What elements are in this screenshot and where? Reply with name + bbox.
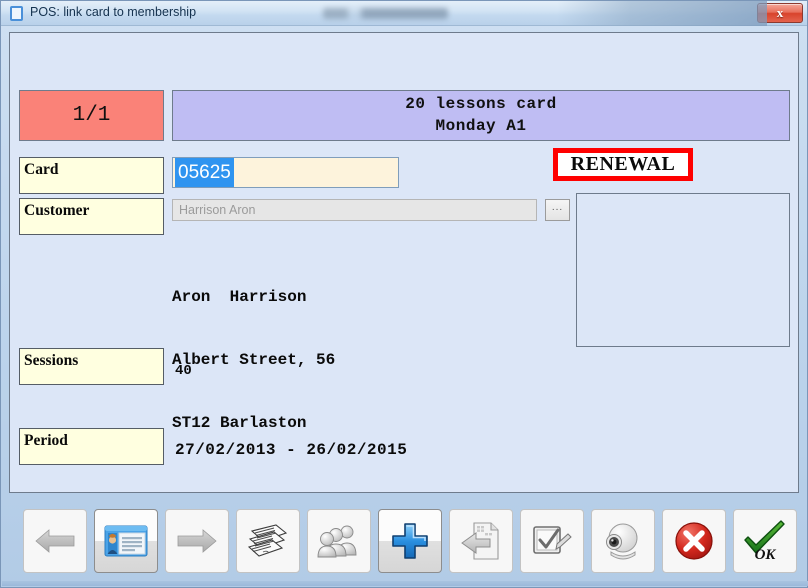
- sessions-value: 40: [175, 363, 192, 379]
- webcam-button[interactable]: [591, 509, 655, 573]
- ok-button[interactable]: OK: [733, 509, 797, 573]
- card-title-line-1: 20 lessons card: [405, 94, 557, 113]
- customer-input[interactable]: Harrison Aron: [172, 199, 537, 221]
- card-title-banner: 20 lessons card Monday A1: [172, 90, 790, 141]
- dialog-window: POS: link card to membership x 1/1 20 le…: [0, 0, 808, 588]
- documents-icon: [246, 521, 290, 561]
- address-line-1: Aron Harrison: [172, 288, 307, 306]
- record-counter: 1/1: [19, 90, 164, 141]
- close-button[interactable]: x: [757, 3, 803, 23]
- dialog-body: 1/1 20 lessons card Monday A1 Card Custo…: [9, 32, 799, 493]
- next-button[interactable]: [165, 509, 229, 573]
- card-details-button[interactable]: [94, 509, 158, 573]
- previous-button[interactable]: [23, 509, 87, 573]
- card-title-line-2: Monday A1: [435, 116, 527, 135]
- card-input-value: 05625: [175, 158, 234, 187]
- window-title: POS: link card to membership: [30, 5, 197, 19]
- id-card-icon: [104, 523, 148, 559]
- members-button[interactable]: [307, 509, 371, 573]
- card-input[interactable]: 05625: [172, 157, 399, 188]
- cancel-button[interactable]: [662, 509, 726, 573]
- blurred-title-region: [323, 8, 448, 19]
- status-badge: RENEWAL: [553, 148, 693, 181]
- address-line-2: Albert Street, 56: [172, 351, 336, 369]
- customer-browse-button[interactable]: ...: [545, 199, 570, 221]
- red-x-circle-icon: [673, 520, 715, 562]
- arrow-left-icon: [34, 526, 76, 556]
- card-label: Card: [19, 157, 164, 194]
- export-button[interactable]: [449, 509, 513, 573]
- bottom-toolbar: OK: [9, 501, 799, 581]
- export-document-icon: [460, 521, 502, 561]
- people-group-icon: [317, 522, 361, 560]
- approve-button[interactable]: [520, 509, 584, 573]
- documents-button[interactable]: [236, 509, 300, 573]
- address-line-3: ST12 Barlaston: [172, 414, 307, 432]
- plus-icon: [390, 521, 430, 561]
- green-check-icon: OK: [741, 520, 789, 562]
- ok-label: OK: [755, 547, 777, 562]
- document-icon: [10, 6, 23, 21]
- period-value: 27/02/2013 - 26/02/2015: [175, 441, 408, 459]
- title-bar: POS: link card to membership x: [1, 1, 807, 26]
- period-label: Period: [19, 428, 164, 465]
- close-icon: x: [776, 5, 784, 20]
- webcam-icon: [601, 522, 645, 560]
- window-bottom-strip: [2, 581, 808, 586]
- customer-label: Customer: [19, 198, 164, 235]
- add-button[interactable]: [378, 509, 442, 573]
- sessions-label: Sessions: [19, 348, 164, 385]
- checkbox-pen-icon: [531, 522, 573, 560]
- photo-placeholder[interactable]: [576, 193, 790, 347]
- arrow-right-icon: [176, 526, 218, 556]
